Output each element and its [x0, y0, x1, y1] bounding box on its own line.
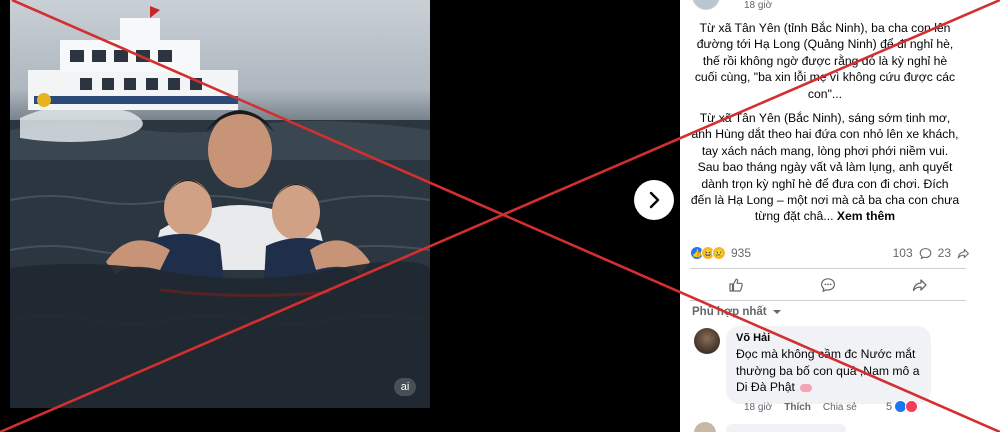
- next-photo-button[interactable]: [634, 180, 674, 220]
- post-photo[interactable]: ai: [10, 0, 430, 408]
- post-time[interactable]: 18 giờ: [744, 0, 772, 11]
- comment-time[interactable]: 18 giờ: [744, 402, 772, 413]
- share-icon: [912, 279, 927, 292]
- divider: [690, 268, 966, 269]
- photo-illustration: [10, 6, 430, 408]
- like-button[interactable]: [706, 274, 766, 296]
- commenter-avatar[interactable]: [694, 422, 716, 432]
- post-panel: 18 giờ Từ xã Tân Yên (tỉnh Bắc Ninh), ba…: [680, 0, 1000, 432]
- post-stats: 👍 😆 😢 935 103 23: [690, 245, 970, 263]
- comment-text-wrap: Đọc mà không cầm đc Nước mắt thường ba b…: [736, 346, 921, 396]
- comment-reactions[interactable]: 5: [886, 400, 919, 413]
- pray-emoji-icon: [800, 383, 813, 392]
- comment-share-button[interactable]: Chia sẻ: [823, 402, 857, 413]
- boat-shape: [28, 6, 238, 110]
- post-paragraph-2-text: Từ xã Tân Yên (Bắc Ninh), sáng sớm tinh …: [690, 111, 960, 224]
- post-paragraph-2: Từ xã Tân Yên (Bắc Ninh), sáng sớm tinh …: [690, 110, 960, 225]
- comment-sort-dropdown[interactable]: Phù hợp nhất: [692, 306, 782, 318]
- post-text: Từ xã Tân Yên (tỉnh Bắc Ninh), ba cha co…: [690, 20, 960, 225]
- comment-count[interactable]: 103: [893, 246, 913, 260]
- comment-bubble-icon: [919, 247, 931, 259]
- comment-like-button[interactable]: Thích: [784, 402, 811, 413]
- love-reaction-icon: [905, 400, 919, 413]
- commenter-avatar[interactable]: [694, 328, 720, 354]
- commenter-name[interactable]: Võ Hải: [736, 332, 921, 344]
- sad-reaction-icon: 😢: [712, 246, 726, 260]
- see-more-link[interactable]: Xem thêm: [837, 209, 895, 223]
- comment-bubble: [726, 424, 846, 432]
- share-count[interactable]: 23: [938, 246, 951, 260]
- next-comment-preview: [694, 420, 894, 432]
- post-actions: [690, 272, 966, 298]
- comment-reaction-count: 5: [886, 400, 893, 413]
- comment-bubble: Võ Hải Đọc mà không cầm đc Nước mắt thườ…: [726, 326, 931, 404]
- reaction-summary[interactable]: 👍 😆 😢 935: [690, 246, 751, 260]
- chevron-right-icon: [649, 191, 660, 209]
- author-avatar[interactable]: [692, 0, 720, 10]
- comment-button[interactable]: [798, 274, 858, 296]
- engagement-counts: 103 23: [893, 246, 970, 260]
- reaction-count: 935: [731, 246, 752, 260]
- sort-label: Phù hợp nhất: [692, 306, 767, 318]
- divider: [690, 300, 966, 301]
- photo-viewer: ai: [0, 0, 680, 432]
- chevron-down-icon: [772, 309, 781, 314]
- ai-badge: ai: [394, 378, 416, 396]
- comment-text: Đọc mà không cầm đc Nước mắt thường ba b…: [736, 347, 920, 394]
- thumbs-up-icon: [729, 278, 743, 292]
- post-header: 18 giờ: [692, 0, 988, 14]
- share-button[interactable]: [890, 274, 950, 296]
- post-paragraph-1: Từ xã Tân Yên (tỉnh Bắc Ninh), ba cha co…: [694, 21, 956, 101]
- comment-meta: 18 giờ Thích Chia sẻ: [744, 402, 857, 413]
- share-arrow-icon: [957, 248, 969, 258]
- comment-icon: [820, 278, 836, 293]
